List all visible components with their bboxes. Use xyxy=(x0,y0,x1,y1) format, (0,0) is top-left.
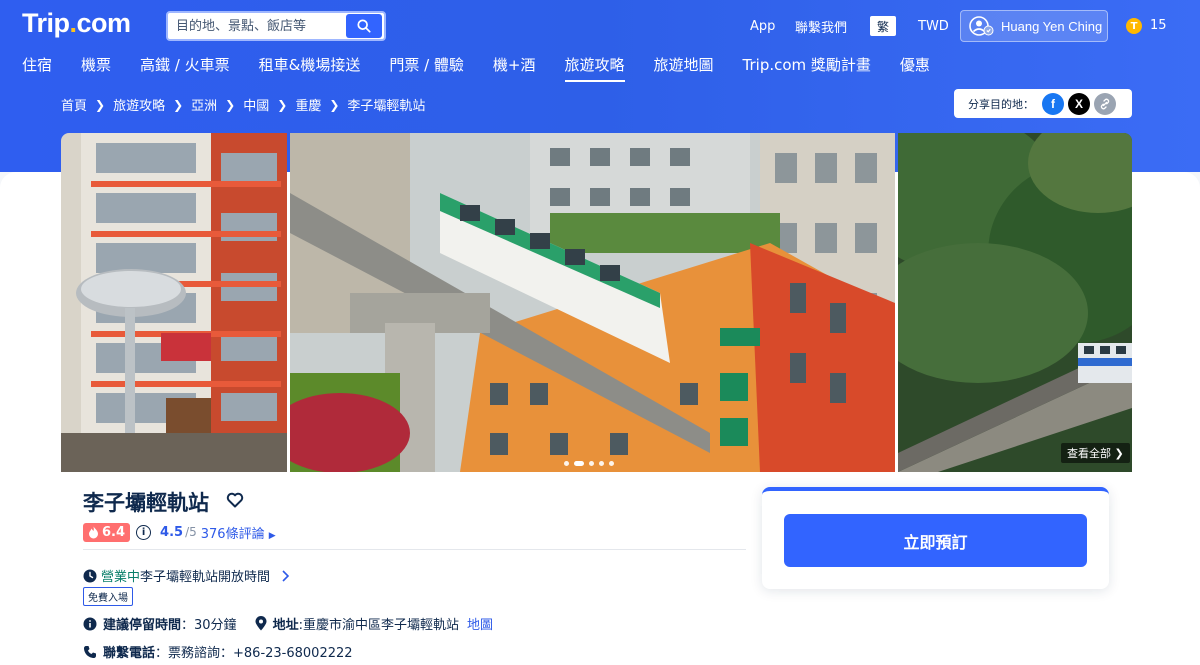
phone-icon xyxy=(84,645,96,658)
booking-card: 立即預訂 xyxy=(762,487,1109,589)
chevron-right-icon xyxy=(282,569,290,582)
app-link[interactable]: App xyxy=(750,0,775,52)
nav-item-trains[interactable]: 高鐵 / 火車票 xyxy=(140,54,230,82)
pagination-dot-active[interactable] xyxy=(574,461,584,466)
nav-item-deals[interactable]: 優惠 xyxy=(900,54,930,82)
stay-label: 建議停留時間 xyxy=(103,618,182,633)
nav-item-travel-guide[interactable]: 旅遊攻略 xyxy=(564,54,625,82)
breadcrumb-asia[interactable]: 亞洲 xyxy=(191,95,217,114)
facebook-icon[interactable]: f xyxy=(1042,92,1064,115)
info-icon[interactable]: i xyxy=(136,524,152,540)
nav-item-car-rental[interactable]: 租車&機場接送 xyxy=(259,54,361,82)
breadcrumb-home[interactable]: 首頁 xyxy=(61,95,87,114)
chevron-right-icon: ❯ xyxy=(225,97,236,112)
flame-icon xyxy=(89,526,98,538)
info-filled-icon xyxy=(83,617,97,630)
view-all-photos-button[interactable]: 查看全部 ❯ xyxy=(1061,443,1130,463)
book-now-button[interactable]: 立即預訂 xyxy=(784,514,1087,567)
reviews-link[interactable]: 376條評論 ▶ xyxy=(201,523,276,542)
nav-item-flights[interactable]: 機票 xyxy=(81,54,111,82)
chevron-right-icon: ❯ xyxy=(173,97,184,112)
chevron-right-icon: ❯ xyxy=(329,97,340,112)
gallery-photo-1[interactable] xyxy=(61,133,287,472)
location-pin-icon xyxy=(255,616,267,631)
copy-link-icon[interactable] xyxy=(1094,92,1116,115)
opening-hours-label: 李子壩輕軌站開放時間 xyxy=(140,570,271,585)
rating-row: 6.4 i 4.5 /5 376條評論 ▶ xyxy=(83,522,276,542)
gallery-photo-3[interactable] xyxy=(898,133,1132,472)
pagination-dot[interactable] xyxy=(599,461,604,466)
main-nav: 住宿 機票 高鐵 / 火車票 租車&機場接送 門票 / 體驗 機+酒 旅遊攻略 … xyxy=(22,54,959,82)
trip-logo[interactable]: Trip.com xyxy=(22,8,131,39)
favorite-heart-icon[interactable] xyxy=(226,491,244,513)
pagination-dot[interactable] xyxy=(609,461,614,466)
rating-total: /5 xyxy=(185,525,197,539)
divider xyxy=(83,549,746,550)
phone-row: 聯繫電話 ：票務諮詢：+86-23-68002222 xyxy=(83,642,353,661)
clock-icon xyxy=(83,569,97,582)
free-entry-tag: 免費入場 xyxy=(83,587,133,606)
breadcrumb-current: 李子壩輕軌站 xyxy=(347,99,426,114)
breadcrumb-travel-guide[interactable]: 旅遊攻略 xyxy=(113,95,165,114)
caret-right-icon: ▶ xyxy=(268,530,276,541)
phone-label: 聯繫電話 xyxy=(103,646,156,661)
breadcrumb-chongqing[interactable]: 重慶 xyxy=(295,95,321,114)
address-value: :重慶市渝中區李子壩輕軌站 xyxy=(298,618,459,633)
user-avatar-icon xyxy=(969,16,994,36)
user-account-button[interactable]: Huang Yen Ching xyxy=(960,10,1108,42)
nav-item-travel-map[interactable]: 旅遊地圖 xyxy=(654,54,714,82)
search-box xyxy=(166,11,386,41)
heat-score-badge: 6.4 xyxy=(83,522,131,542)
address-label: 地址 xyxy=(272,618,299,633)
share-label: 分享目的地： xyxy=(968,97,1034,111)
breadcrumb-china[interactable]: 中國 xyxy=(243,95,269,114)
gallery-photo-2[interactable] xyxy=(290,133,895,472)
gallery-pagination xyxy=(564,461,619,466)
search-input[interactable] xyxy=(168,13,346,39)
search-button[interactable] xyxy=(346,14,382,38)
user-name: Huang Yen Ching xyxy=(1001,18,1103,34)
stay-value: ：30分鐘 xyxy=(181,618,237,633)
chevron-right-icon: ❯ xyxy=(95,97,106,112)
photo-gallery[interactable] xyxy=(61,133,1132,472)
nav-item-rewards[interactable]: Trip.com 獎勵計畫 xyxy=(743,54,871,82)
chevron-right-icon: ❯ xyxy=(277,97,288,112)
open-status: 營業中 xyxy=(101,570,141,585)
nav-item-hotels[interactable]: 住宿 xyxy=(22,54,52,82)
pagination-dot[interactable] xyxy=(564,461,569,466)
attraction-title: 李子壩輕軌站 xyxy=(83,491,209,515)
breadcrumb: 首頁 ❯ 旅遊攻略 ❯ 亞洲 ❯ 中國 ❯ 重慶 ❯ 李子壩輕軌站 xyxy=(61,95,426,115)
x-twitter-icon[interactable]: X xyxy=(1068,92,1090,115)
trip-coin-count[interactable]: 15 xyxy=(1150,18,1167,33)
share-destination-box: 分享目的地： f X xyxy=(954,89,1132,118)
nav-item-flight-hotel[interactable]: 機+酒 xyxy=(493,54,536,82)
rating-score: 4.5 xyxy=(160,524,184,540)
map-link[interactable]: 地圖 xyxy=(467,614,493,633)
stay-and-address-row: 建議停留時間 ：30分鐘 地址 :重慶市渝中區李子壩輕軌站 地圖 xyxy=(83,614,493,633)
contact-us-link[interactable]: 聯繫我們 xyxy=(795,0,847,52)
phone-value: ：票務諮詢：+86-23-68002222 xyxy=(155,646,353,661)
search-icon xyxy=(357,19,371,33)
pagination-dot[interactable] xyxy=(589,461,594,466)
language-selector[interactable]: 繁 xyxy=(870,0,896,52)
currency-selector[interactable]: TWD xyxy=(918,0,949,52)
nav-item-tickets[interactable]: 門票 / 體驗 xyxy=(389,54,464,82)
trip-coin-icon: T xyxy=(1126,18,1142,34)
opening-hours-row[interactable]: 營業中 李子壩輕軌站開放時間 xyxy=(83,566,292,585)
